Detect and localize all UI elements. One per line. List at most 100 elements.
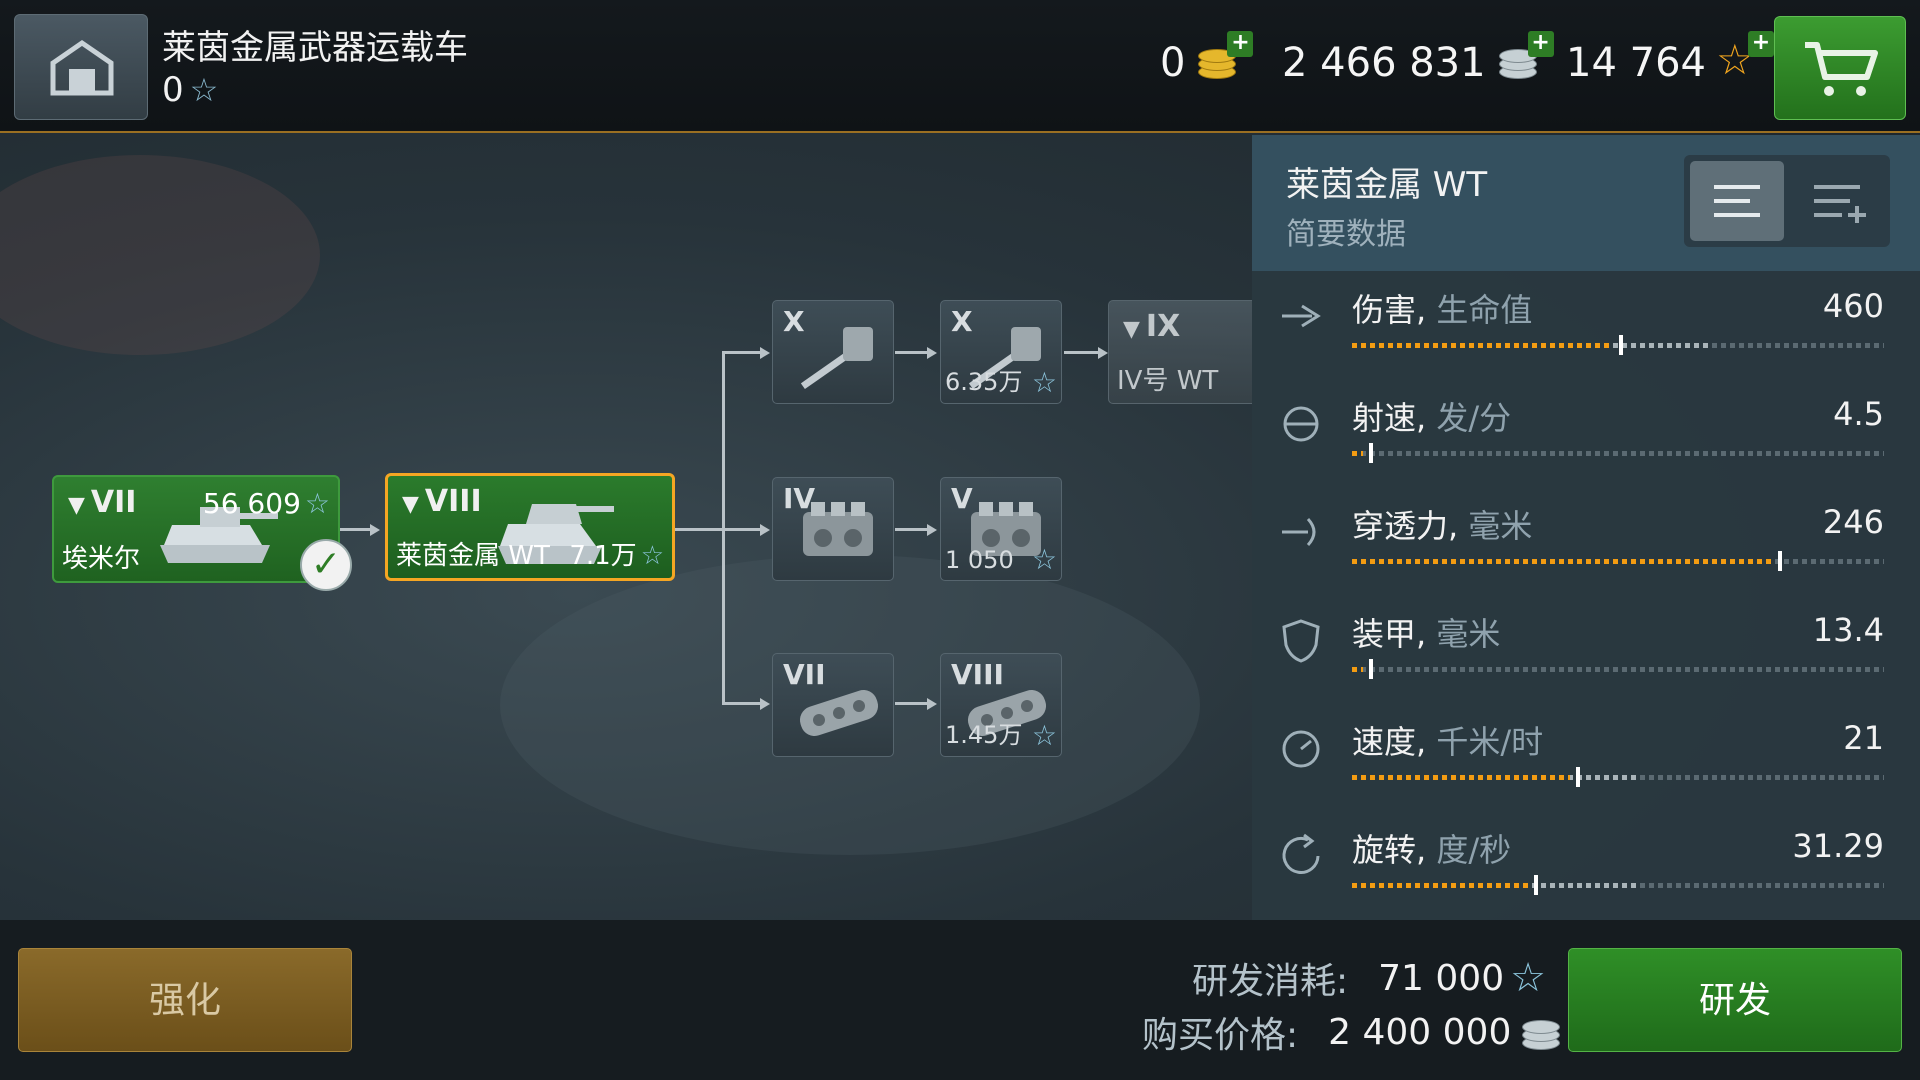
gold-balance[interactable]: 0 + [1160,31,1254,86]
engine-icon [803,502,873,556]
module-tracks-1[interactable]: VII [772,653,894,757]
credits-balance[interactable]: 2 466 831 + [1282,31,1554,86]
stat-value: 246 [1822,503,1884,541]
stats-vehicle-name: 莱茵金属 WT [1286,165,1488,205]
stat-label: 穿透力, 毫米 [1352,507,1533,545]
vehicle-node-next[interactable]: ▼ IX IV号 WT [1108,300,1252,404]
vehicle-tier: ▼ IX [1123,309,1181,344]
xp-star-icon: ☆ [1031,719,1057,752]
purchase-price: 购买价格: 2 400 000 [1142,1006,1563,1058]
stat-label: 装甲, 毫米 [1352,615,1501,653]
add-gold-icon[interactable]: + [1227,31,1254,57]
stat-row: 射速, 发/分 4.5 [1252,379,1920,487]
penetration-icon [1282,517,1316,547]
tech-tree[interactable]: ▼ VII 56 609 ☆ 埃米尔 ✓ ▼ VIII 莱茵金属 WT 7.1万 ☆ X… [0,135,1252,920]
silver-coins-icon [1519,1012,1563,1052]
stat-row: 速度, 千米/时 21 [1252,703,1920,811]
td-class-icon: ▼ [1123,317,1140,342]
connector-arrow [927,524,937,536]
stat-bar-marker [1619,335,1623,355]
traverse-icon [1282,833,1320,874]
stat-row: 旋转, 度/秒 31.29 [1252,811,1920,919]
connector-line [722,351,760,354]
td-class-icon: ▼ [402,492,419,517]
rate-of-fire-icon [1283,406,1319,442]
stat-bar-marker [1369,659,1373,679]
upgrade-button[interactable]: 强化 [18,948,352,1052]
damage-icon [1282,304,1321,328]
stat-bar-marker [1576,767,1580,787]
brief-view-button[interactable] [1690,161,1784,241]
stat-bar-fill [1352,775,1570,780]
connector-line [674,528,722,531]
module-cost: 6.35万 [945,368,1023,396]
shop-button[interactable] [1774,16,1906,120]
module-engine-1[interactable]: IV [772,477,894,581]
vehicle-xp: 0 ☆ [162,70,218,110]
module-gun-1[interactable]: X [772,300,894,404]
free-xp-balance[interactable]: 14 764 ☆ + [1566,31,1774,86]
connector-arrow [370,524,380,536]
stats-subtitle: 简要数据 [1286,217,1406,252]
research-button[interactable]: 研发 [1568,948,1902,1052]
stat-row: 装甲, 毫米 13.4 [1252,595,1920,703]
stat-bar-track [1352,667,1884,672]
purchase-price-value: 2 400 000 [1328,1011,1512,1053]
module-cost: 1.45万 [945,721,1023,749]
module-cost: 1 050 [945,546,1014,574]
gun-icon [800,327,873,390]
vehicle-xp-value: 0 [162,70,184,110]
connector-arrow [760,524,770,536]
research-cost: 研发消耗: 71 000 ☆ [1192,952,1546,1004]
expand-list-icon [1814,185,1866,223]
stats-panel-header: 莱茵金属 WT 简要数据 [1252,135,1920,271]
garage-button[interactable] [14,14,148,120]
stat-row: 伤害, 生命值 460 [1252,271,1920,379]
stat-row: 穿透力, 毫米 246 [1252,487,1920,595]
connector-line [722,528,760,531]
connector-arrow [927,347,937,359]
connector-line [1064,351,1100,354]
connector-arrow [1098,347,1108,359]
free-xp-value: 14 764 [1566,40,1706,86]
short-list-icon [1714,185,1760,217]
module-engine-2[interactable]: V 1 050 ☆ [940,477,1062,581]
connector-arrow [927,698,937,710]
detailed-view-button[interactable] [1790,161,1884,241]
add-free-xp-icon[interactable]: + [1747,31,1774,57]
stat-value: 31.29 [1792,827,1884,865]
vehicle-name: IV号 WT [1117,366,1219,396]
researched-check-icon: ✓ [300,539,352,591]
connector-line [895,528,927,531]
vehicle-name: 埃米尔 [62,544,141,574]
td-class-icon: ▼ [68,493,85,518]
xp-star-icon: ☆ [1031,366,1057,399]
free-xp-star-icon: ☆ + [1716,31,1774,85]
stat-bar-fill [1352,667,1363,672]
gold-value: 0 [1160,40,1186,86]
speed-icon [1282,730,1320,768]
stats-view-toggle [1684,155,1890,247]
purchase-price-label: 购买价格: [1142,1015,1299,1056]
connector-line [340,528,370,531]
module-tracks-2[interactable]: VIII 1.45万 ☆ [940,653,1062,757]
stat-label: 射速, 发/分 [1352,399,1512,437]
stat-label: 旋转, 度/秒 [1352,831,1512,869]
vehicle-node-current[interactable]: ▼ VIII 莱茵金属 WT 7.1万 ☆ [385,473,675,581]
stat-label: 速度, 千米/时 [1352,723,1544,761]
vehicle-xp-label: 56 609 ☆ [202,487,330,520]
connector-arrow [760,698,770,710]
vehicle-node-prev[interactable]: ▼ VII 56 609 ☆ 埃米尔 ✓ [52,475,352,591]
stat-bar-track [1352,451,1884,456]
stat-bar-fill [1352,559,1772,564]
add-credits-icon[interactable]: + [1527,31,1554,57]
xp-star-icon: ☆ [1031,543,1057,576]
module-gun-2[interactable]: X 6.35万 ☆ [940,300,1062,404]
vehicle-title: 莱茵金属武器运载车 [162,28,468,68]
top-bar: 莱茵金属武器运载车 0 ☆ 0 + 2 466 831 + 14 764 ☆ + [0,0,1920,133]
stats-panel: 莱茵金属 WT 简要数据 伤害, 生命值 460 射速, 发/分 4.5 穿透力, 毫米… [1252,135,1920,920]
stat-bar-fill [1352,883,1528,888]
stat-value: 21 [1843,719,1884,757]
vehicle-tier: ▼ VIII [402,484,482,519]
xp-star-icon: ☆ [1510,955,1546,1001]
